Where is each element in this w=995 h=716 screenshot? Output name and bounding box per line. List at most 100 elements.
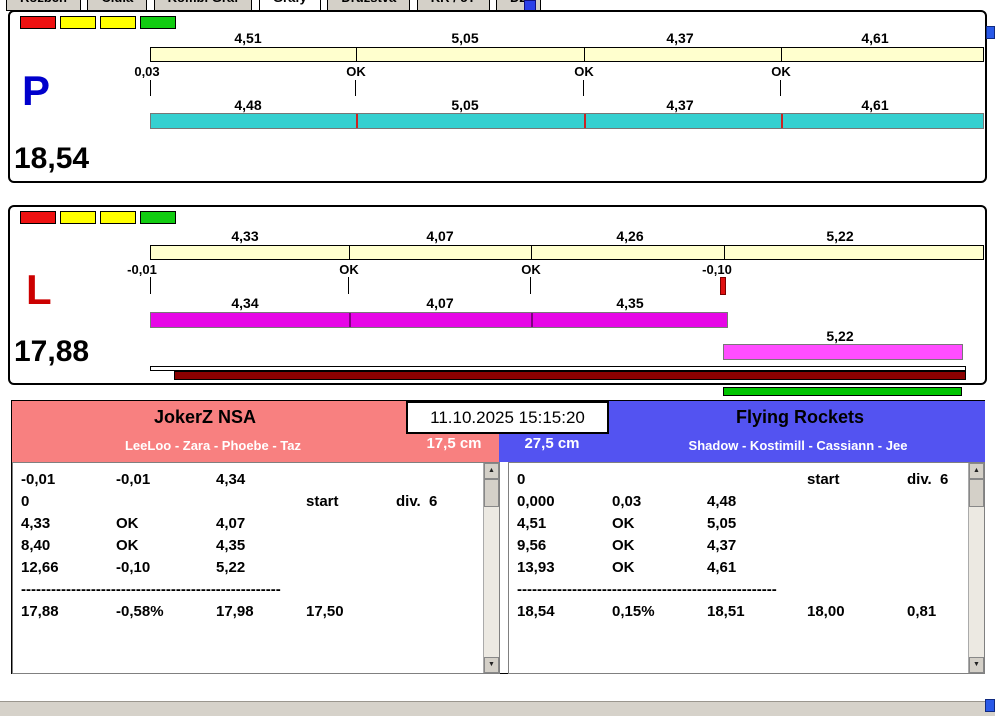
track-tick <box>356 47 357 62</box>
change-tick <box>780 80 781 96</box>
cell <box>116 493 216 515</box>
team-name-left: JokerZ NSA <box>153 407 257 427</box>
bar-separator <box>349 313 351 327</box>
results-rows-left: -0,01 -0,01 4,34 0 start div. 6 4,33 OK 4,07 8… <box>21 471 479 625</box>
scoreboard: JokerZ NSA LeeLoo - Zara - Phoebe - Taz … <box>11 400 985 674</box>
cell: 9,56 <box>517 537 547 554</box>
cell: div. 6 <box>907 471 949 488</box>
scroll-up-button[interactable]: ▲ <box>969 463 984 479</box>
cell: -0,10 <box>116 559 151 576</box>
scrollbar-left[interactable]: ▲ ▼ <box>483 463 499 673</box>
l-mark-3: OK <box>521 262 541 277</box>
p-mark-3: OK <box>574 64 594 79</box>
jump-height-right: 27,5 cm <box>524 435 580 452</box>
cell <box>707 471 807 493</box>
cell <box>612 471 707 493</box>
cell: 0 <box>21 493 30 510</box>
status-light-yellow-1 <box>60 16 96 29</box>
cell <box>907 559 964 581</box>
cell <box>306 537 396 559</box>
fault-tick <box>720 277 726 295</box>
cell: OK <box>116 537 139 554</box>
cell: OK <box>612 537 635 554</box>
p-split-top-1: 4,51 <box>234 30 262 46</box>
cell: 17,50 <box>306 603 344 620</box>
cell: OK <box>612 515 635 532</box>
result-row: 0,000 0,03 4,48 <box>517 493 964 515</box>
totals-row: 18,54 0,15% 18,51 18,00 0,81 <box>517 603 964 625</box>
cell <box>306 515 396 537</box>
l-split-top-3: 4,26 <box>616 228 644 244</box>
p-mark-2: OK <box>346 64 366 79</box>
p-split-bottom-2: 5,05 <box>451 97 479 113</box>
cell: 18,54 <box>517 603 555 620</box>
scroll-up-button[interactable]: ▲ <box>484 463 499 479</box>
l-mark-2: OK <box>339 262 359 277</box>
l-total-time: 17,88 <box>14 335 90 368</box>
tab-label: Rozběh <box>20 0 67 5</box>
cell <box>396 471 479 493</box>
results-area-right[interactable]: 0 start div. 6 0,000 0,03 4,48 4,51 OK 5,05 9,… <box>508 462 985 674</box>
progress-bar-darkred <box>174 371 966 380</box>
l-split-top-1: 4,33 <box>231 228 259 244</box>
scrollbar-right[interactable]: ▲ ▼ <box>968 463 984 673</box>
change-tick <box>583 80 584 96</box>
app-canvas: Rozběh Čidla Kombi Graf Grafy Družstva K… <box>0 0 995 716</box>
bar-separator <box>531 313 533 327</box>
p-split-bottom-4: 4,61 <box>861 97 889 113</box>
scroll-thumb[interactable] <box>484 479 499 507</box>
scroll-up-icon: ▲ <box>488 467 495 474</box>
cell: -0,01 <box>21 471 56 488</box>
tab-label: Čidla <box>101 0 133 5</box>
cell: 13,93 <box>517 559 555 576</box>
l-split-bottom-2: 4,07 <box>426 295 454 311</box>
cell <box>396 515 479 537</box>
cell: 4,61 <box>707 559 737 576</box>
p-time-bar <box>150 113 984 129</box>
l-split-top-2: 4,07 <box>426 228 454 244</box>
p-mark-1: 0,03 <box>134 64 160 79</box>
lane-panel-p: 4,51 5,05 4,37 4,61 0,03 OK OK OK 4,48 5… <box>8 10 987 183</box>
results-area-left[interactable]: -0,01 -0,01 4,34 0 start div. 6 4,33 OK 4,07 8… <box>12 462 500 674</box>
scroll-down-icon: ▼ <box>488 661 495 668</box>
status-light-green <box>140 16 176 29</box>
cell: 4,37 <box>707 537 737 554</box>
result-row: 13,93 OK 4,61 <box>517 559 964 581</box>
p-split-top-2: 5,05 <box>451 30 479 46</box>
result-row: 12,66 -0,10 5,22 <box>21 559 479 581</box>
track-tick <box>349 245 350 260</box>
p-split-bottom-3: 4,37 <box>666 97 694 113</box>
status-light-yellow-1 <box>60 211 96 224</box>
cell: 4,35 <box>216 537 246 554</box>
status-light-red <box>20 211 56 224</box>
cell <box>396 603 479 625</box>
scroll-thumb[interactable] <box>969 479 984 507</box>
track-tick <box>531 245 532 260</box>
cell <box>807 559 907 581</box>
p-split-top-4: 4,61 <box>861 30 889 46</box>
p-reference-track <box>150 47 984 62</box>
bar-separator <box>584 114 586 128</box>
cell: 17,88 <box>21 603 59 620</box>
l-last-split: 5,22 <box>826 328 854 344</box>
scroll-down-button[interactable]: ▼ <box>969 657 984 673</box>
cell: 5,22 <box>216 559 246 576</box>
cell: 0,03 <box>612 493 642 510</box>
right-edge-icon-top[interactable] <box>986 26 995 39</box>
cell <box>306 471 396 493</box>
cell <box>907 515 964 537</box>
scroll-up-icon: ▲ <box>973 467 980 474</box>
cell: start <box>306 493 339 510</box>
team-dogs-right: Shadow - Kostimill - Cassiann - Jee <box>688 438 908 453</box>
p-total-time: 18,54 <box>14 142 90 175</box>
l-last-dog-bar <box>723 344 963 360</box>
scroll-down-button[interactable]: ▼ <box>484 657 499 673</box>
cell: 5,05 <box>707 515 737 532</box>
tab-label: KR / 5T <box>431 0 476 5</box>
right-edge-icon-bottom[interactable] <box>985 699 995 712</box>
cell <box>396 559 479 581</box>
result-row: 4,33 OK 4,07 <box>21 515 479 537</box>
p-split-bottom-1: 4,48 <box>234 97 262 113</box>
status-light-red <box>20 16 56 29</box>
result-row: 0 start div. 6 <box>517 471 964 493</box>
